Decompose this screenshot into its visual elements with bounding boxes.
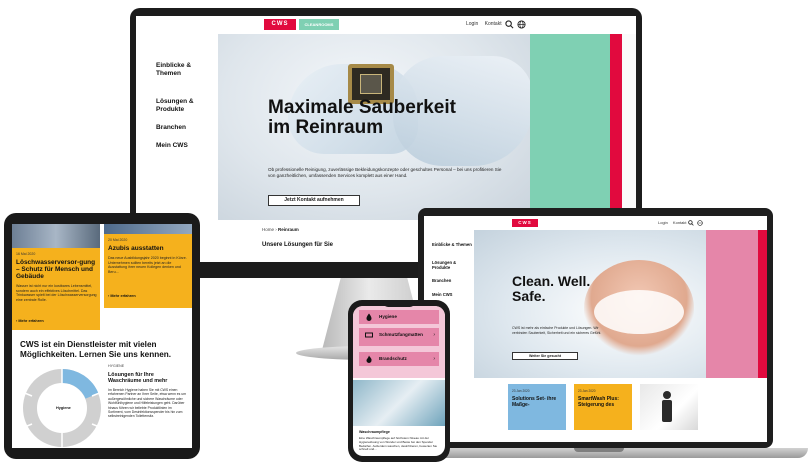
laptop-login-link[interactable]: Login bbox=[658, 220, 668, 225]
search-icon[interactable] bbox=[688, 220, 694, 226]
tablet-card-date: 20 Mai 2020 bbox=[108, 238, 128, 242]
news-card-image[interactable] bbox=[640, 384, 698, 430]
laptop-red-stripe bbox=[758, 230, 767, 378]
laptop-screen: CWS Login Kontakt Einblicke & Themen Lös… bbox=[424, 216, 767, 442]
circle-center-label: Hygiene bbox=[56, 406, 71, 410]
globe-icon[interactable] bbox=[697, 220, 703, 226]
tablet-card-photo bbox=[104, 224, 192, 234]
tablet-card-more-label: Mehr erfahren bbox=[110, 294, 136, 298]
tablet-card-title: Azubis ausstatten bbox=[108, 245, 164, 252]
laptop-hero-title: Clean. Well. Safe. bbox=[512, 273, 591, 304]
phone-menu-item-mats[interactable]: Schmutzfangmatten › bbox=[359, 328, 439, 346]
laptop-hero: Clean. Well. Safe. CWS ist mehr als einf… bbox=[474, 230, 706, 378]
desktop-hero: Maximale Sauberkeit im Reinraum Ob profe… bbox=[218, 34, 530, 220]
desktop-top-links: Login Kontakt bbox=[466, 21, 507, 27]
tablet-card-more-link[interactable]: › Mehr erfahren bbox=[108, 294, 136, 298]
laptop-top-links: Login Kontakt bbox=[658, 220, 691, 225]
desktop-nav-industries[interactable]: Branchen bbox=[156, 124, 210, 132]
tablet-card-text: Das neue Ausbildungsjahr 2020 beginnt in… bbox=[108, 256, 187, 274]
phone-section-label: Waschraumpflege bbox=[359, 430, 390, 434]
phone-screen: Hygiene Schmutzfangmatten › Brandschutz … bbox=[353, 306, 445, 456]
laptop-contact-link[interactable]: Kontakt bbox=[673, 220, 687, 225]
breadcrumb-home[interactable]: Home bbox=[262, 227, 274, 232]
chevron-right-icon: › bbox=[433, 332, 435, 338]
desktop-nav-my-cws[interactable]: Mein CWS bbox=[156, 142, 210, 150]
person-icon bbox=[662, 391, 672, 422]
tablet-headline: CWS ist ein Dienstleister mit vielen Mög… bbox=[20, 340, 172, 359]
tablet-section-title: Lösungen für Ihre Waschräume und mehr bbox=[108, 372, 168, 385]
tablet-section-label: HYGIENE bbox=[108, 364, 125, 368]
laptop-nav-insights[interactable]: Einblicke & Themen bbox=[432, 242, 472, 247]
desktop-logo[interactable]: CWS bbox=[264, 19, 296, 30]
chevron-right-icon: › bbox=[433, 356, 435, 362]
laptop-nav-my-cws[interactable]: Mein CWS bbox=[432, 292, 472, 297]
desktop-nav-solutions[interactable]: Lösungen & Produkte bbox=[156, 98, 210, 114]
tablet-card-date: 16 Mai 2020 bbox=[16, 252, 36, 256]
phone-notch bbox=[383, 302, 415, 307]
hygiene-icon bbox=[366, 313, 372, 321]
breadcrumb: Home › Reinraum bbox=[262, 227, 299, 232]
tablet-card-more-label: Mehr erfahren bbox=[18, 319, 44, 323]
laptop-hero-text: CWS ist mehr als einfache Produkte und L… bbox=[512, 326, 602, 335]
solutions-heading: Unsere Lösungen für Sie bbox=[262, 242, 334, 248]
news-card-title: SmartWash Plus: Steigerung des bbox=[578, 396, 619, 408]
laptop-notch bbox=[574, 448, 624, 452]
fire-icon bbox=[366, 355, 372, 363]
tablet-card-more-link[interactable]: › Mehr erfahren bbox=[16, 319, 44, 323]
tablet-card-photo bbox=[12, 224, 100, 248]
phone-section-text: Eine Waschraumpflege auf höchstem Niveau… bbox=[359, 436, 438, 452]
laptop-topbar bbox=[424, 216, 767, 230]
laptop-nav-solutions[interactable]: Lösungen & Produkte bbox=[432, 260, 472, 270]
phone-menu-item-fire[interactable]: Brandschutz › bbox=[359, 352, 439, 366]
tablet-card-title: Löschwasserversor-gung – Schutz für Mens… bbox=[16, 259, 96, 280]
tablet-screen: 16 Mai 2020 Löschwasserversor-gung – Sch… bbox=[12, 224, 192, 448]
microchip-core bbox=[360, 74, 382, 94]
mat-icon bbox=[365, 332, 373, 338]
news-card-date: 23 Jan 2020 bbox=[578, 389, 596, 393]
phone-menu-label: Brandschutz bbox=[379, 356, 407, 361]
desktop-contact-link[interactable]: Kontakt bbox=[485, 21, 502, 27]
desktop-nav-insights[interactable]: Einblicke & Themen bbox=[156, 62, 210, 78]
search-icon[interactable] bbox=[505, 20, 514, 29]
tablet-card-text: Wasser ist nicht nur ein kostbares Leben… bbox=[16, 284, 97, 302]
news-card-date: 23 Jan 2020 bbox=[512, 389, 530, 393]
laptop-pink-panel bbox=[706, 230, 758, 378]
desktop-login-link[interactable]: Login bbox=[466, 21, 478, 27]
news-card[interactable]: 23 Jan 2020 Solutions Set- ihre Maßge- bbox=[508, 384, 566, 430]
phone-menu-label: Schmutzfangmatten bbox=[379, 332, 423, 337]
desktop-hero-title: Maximale Sauberkeit im Reinraum bbox=[268, 97, 456, 138]
desktop-cleanrooms-badge: CLEANROOMS bbox=[299, 19, 339, 30]
desktop-topbar bbox=[136, 16, 636, 34]
tablet-section-text: Im Bereich Hygiene haben Sie mit CWS ein… bbox=[108, 388, 187, 419]
phone-hero-photo bbox=[353, 380, 445, 426]
laptop-logo[interactable]: CWS bbox=[512, 219, 538, 227]
contact-button[interactable]: Jetzt Kontakt aufnehmen bbox=[268, 195, 360, 206]
laptop-nav-industries[interactable]: Branchen bbox=[432, 278, 472, 283]
laptop-hero-button[interactable]: Weiter Sie gesucht bbox=[512, 352, 578, 360]
phone-menu-label: Hygiene bbox=[379, 314, 397, 319]
desktop-hero-text: Ob professionelle Reinigung, zuverlässig… bbox=[268, 167, 502, 178]
breadcrumb-current: Reinraum bbox=[278, 227, 299, 232]
news-card[interactable]: 23 Jan 2020 SmartWash Plus: Steigerung d… bbox=[574, 384, 632, 430]
globe-icon[interactable] bbox=[517, 20, 526, 29]
news-card-title: Solutions Set- ihre Maßge- bbox=[512, 396, 557, 408]
phone-menu-item-hygiene[interactable]: Hygiene bbox=[359, 310, 439, 324]
